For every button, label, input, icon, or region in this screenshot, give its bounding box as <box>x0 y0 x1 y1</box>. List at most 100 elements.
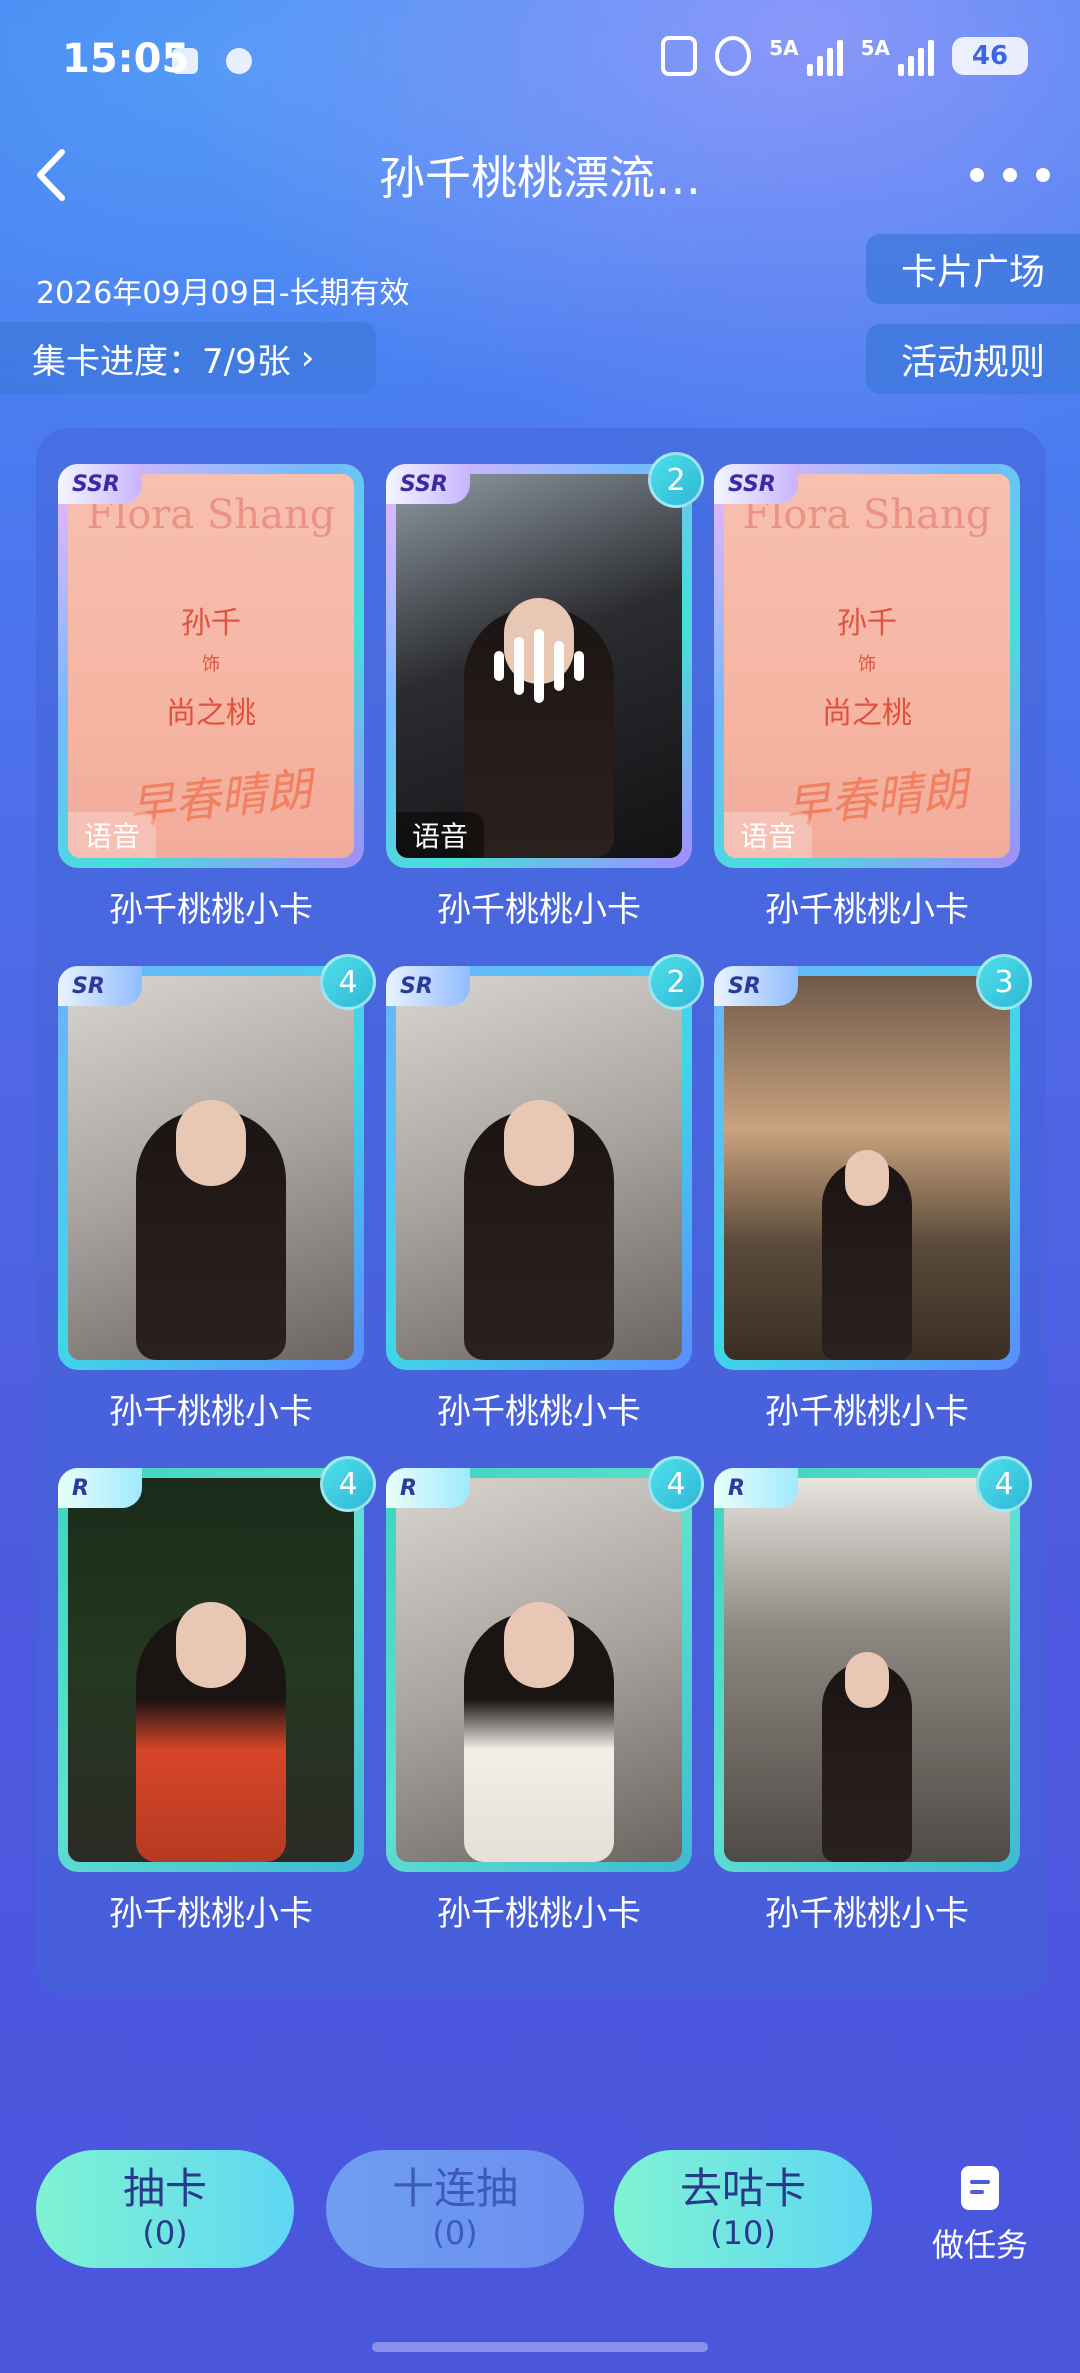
nfc-icon <box>661 36 698 76</box>
rarity-badge: SSR <box>386 464 470 504</box>
trade-card-button[interactable]: 去咕卡 (10) <box>614 2150 872 2268</box>
card-image <box>396 474 682 858</box>
card-frame: Flora Shang 孙千 饰 尚之桃 早春晴朗 SSR 语音 <box>714 464 1020 868</box>
status-bar: 15:05 5A 5A 46 <box>0 0 1080 120</box>
moon-icon <box>715 36 752 76</box>
back-button[interactable] <box>20 140 90 210</box>
rarity-badge: SSR <box>58 464 142 504</box>
status-icons: 5A 5A 46 <box>661 36 1028 76</box>
rarity-badge: R <box>58 1468 142 1508</box>
card-frame: SSR 2 语音 <box>386 452 704 868</box>
count-badge: 2 <box>648 452 704 508</box>
signal-label: 5A <box>769 36 799 60</box>
person-photo <box>136 1100 286 1360</box>
draw-card-button[interactable]: 抽卡 (0) <box>36 2150 294 2268</box>
more-button[interactable] <box>970 150 1050 200</box>
person-photo <box>464 1602 614 1862</box>
poster-text: 孙千 <box>837 606 897 641</box>
card-frame: SR 4 <box>58 954 376 1370</box>
draw-card-count: (0) <box>142 2214 188 2252</box>
trade-card-label: 去咕卡 <box>679 2164 806 2213</box>
card-image: Flora Shang 孙千 饰 尚之桃 早春晴朗 <box>724 474 1010 858</box>
activity-rules-button[interactable]: 活动规则 <box>866 324 1080 394</box>
person-photo <box>822 1150 912 1360</box>
notification-icon <box>226 48 252 74</box>
chevron-left-icon <box>37 149 65 201</box>
collection-progress-button[interactable]: 集卡进度：7/9张 › <box>0 322 376 394</box>
voice-tag: 语音 <box>724 812 813 858</box>
card-frame: Flora Shang 孙千 饰 尚之桃 早春晴朗 SSR 语音 <box>58 464 364 868</box>
rarity-badge: SR <box>714 966 798 1006</box>
card-image: Flora Shang 孙千 饰 尚之桃 早春晴朗 <box>68 474 354 858</box>
card-frame: SR 2 <box>386 954 704 1370</box>
page-title: 孙千桃桃漂流… <box>379 151 701 205</box>
card-name: 孙千桃桃小卡 <box>109 890 313 930</box>
progress-label: 集卡进度：7/9张 <box>32 341 291 382</box>
signal-icon: 5A <box>769 36 843 76</box>
rarity-badge: SR <box>386 966 470 1006</box>
rarity-badge: R <box>386 1468 470 1508</box>
more-dots-icon <box>970 168 984 182</box>
notification-icon <box>172 48 198 74</box>
card-item[interactable]: Flora Shang 孙千 饰 尚之桃 早春晴朗 SSR 语音 孙千桃桃小卡 <box>714 464 1020 931</box>
card-frame: SR 3 <box>714 954 1032 1370</box>
count-badge: 4 <box>976 1456 1032 1512</box>
draw-card-label: 抽卡 <box>122 2164 207 2213</box>
ten-draw-label: 十连抽 <box>391 2164 518 2213</box>
ten-draw-button[interactable]: 十连抽 (0) <box>326 2150 584 2268</box>
card-item[interactable]: R 4 孙千桃桃小卡 <box>386 1456 704 1935</box>
count-badge: 2 <box>648 954 704 1010</box>
count-badge: 4 <box>320 954 376 1010</box>
signal-label: 5A <box>860 36 890 60</box>
poster-text: 尚之桃 <box>166 696 256 731</box>
card-name: 孙千桃桃小卡 <box>765 1392 969 1432</box>
card-frame: R 4 <box>714 1456 1032 1872</box>
card-image <box>724 976 1010 1360</box>
count-badge: 3 <box>976 954 1032 1010</box>
card-frame: R 4 <box>386 1456 704 1872</box>
audio-wave-icon <box>494 629 584 703</box>
person-photo <box>464 1100 614 1360</box>
card-frame: R 4 <box>58 1456 376 1872</box>
person-photo <box>136 1602 286 1862</box>
rarity-badge: R <box>714 1468 798 1508</box>
battery-icon: 46 <box>952 37 1028 75</box>
card-square-button[interactable]: 卡片广场 <box>866 234 1080 304</box>
card-item[interactable]: R 4 孙千桃桃小卡 <box>714 1456 1032 1935</box>
voice-tag: 语音 <box>68 812 157 858</box>
poster-text: 尚之桃 <box>822 696 912 731</box>
trade-card-count: (10) <box>710 2214 776 2252</box>
chevron-right-icon: › <box>300 338 315 378</box>
do-task-label: 做任务 <box>931 2226 1028 2264</box>
card-name: 孙千桃桃小卡 <box>765 1894 969 1934</box>
rarity-badge: SSR <box>714 464 798 504</box>
card-item[interactable]: R 4 孙千桃桃小卡 <box>58 1456 376 1935</box>
voice-tag: 语音 <box>396 812 485 858</box>
card-name: 孙千桃桃小卡 <box>109 1392 313 1432</box>
ten-draw-count: (0) <box>432 2214 478 2252</box>
rarity-badge: SR <box>58 966 142 1006</box>
poster-text: 孙千 <box>181 606 241 641</box>
card-name: 孙千桃桃小卡 <box>437 890 641 930</box>
card-name: 孙千桃桃小卡 <box>437 1894 641 1934</box>
do-task-button[interactable]: 做任务 <box>920 2166 1040 2266</box>
card-name: 孙千桃桃小卡 <box>765 890 969 930</box>
card-item[interactable]: SR 3 孙千桃桃小卡 <box>714 954 1032 1433</box>
card-item[interactable]: SSR 2 语音 孙千桃桃小卡 <box>386 452 704 931</box>
card-grid-panel: Flora Shang 孙千 饰 尚之桃 早春晴朗 SSR 语音 孙千桃桃小卡 … <box>36 428 1046 1996</box>
home-indicator[interactable] <box>372 2342 708 2352</box>
card-item[interactable]: Flora Shang 孙千 饰 尚之桃 早春晴朗 SSR 语音 孙千桃桃小卡 <box>58 464 364 931</box>
count-badge: 4 <box>320 1456 376 1512</box>
card-item[interactable]: SR 4 孙千桃桃小卡 <box>58 954 376 1433</box>
card-name: 孙千桃桃小卡 <box>437 1392 641 1432</box>
validity-date: 2026年09月09日-长期有效 <box>36 276 410 311</box>
card-image <box>68 1478 354 1862</box>
card-image <box>68 976 354 1360</box>
task-list-icon <box>961 2166 999 2210</box>
card-image <box>396 1478 682 1862</box>
signal-icon: 5A <box>861 36 934 76</box>
card-item[interactable]: SR 2 孙千桃桃小卡 <box>386 954 704 1433</box>
count-badge: 4 <box>648 1456 704 1512</box>
card-image <box>396 976 682 1360</box>
poster-text: 饰 <box>202 654 220 675</box>
